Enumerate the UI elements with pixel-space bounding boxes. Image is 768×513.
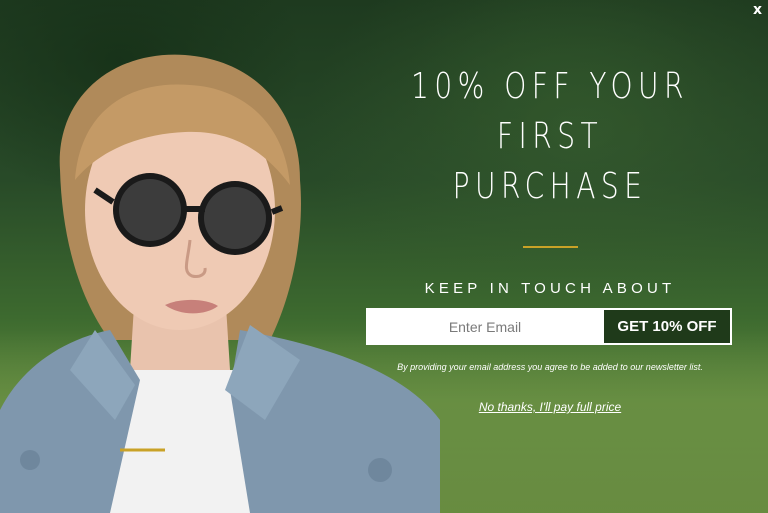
disclaimer-text: By providing your email address you agre… bbox=[397, 362, 703, 372]
divider bbox=[522, 246, 578, 248]
close-icon[interactable]: x bbox=[753, 2, 762, 18]
email-signup-form: GET 10% OFF bbox=[366, 308, 732, 345]
get-discount-button[interactable]: GET 10% OFF bbox=[602, 310, 730, 343]
email-input[interactable] bbox=[368, 310, 602, 343]
subline-line-1: KEEP IN TOUCH ABOUT bbox=[424, 280, 676, 297]
newsletter-popup: x 10% OFF YOUR FIRST PURCHASE KEEP IN TO… bbox=[0, 0, 768, 513]
headline-line-1: 10% OFF YOUR bbox=[411, 66, 689, 107]
headline-line-2: FIRST PURCHASE bbox=[452, 116, 648, 207]
headline: 10% OFF YOUR FIRST PURCHASE bbox=[402, 62, 698, 212]
promo-content: 10% OFF YOUR FIRST PURCHASE KEEP IN TOUC… bbox=[360, 62, 740, 334]
decline-link[interactable]: No thanks, I'll pay full price bbox=[360, 400, 740, 414]
